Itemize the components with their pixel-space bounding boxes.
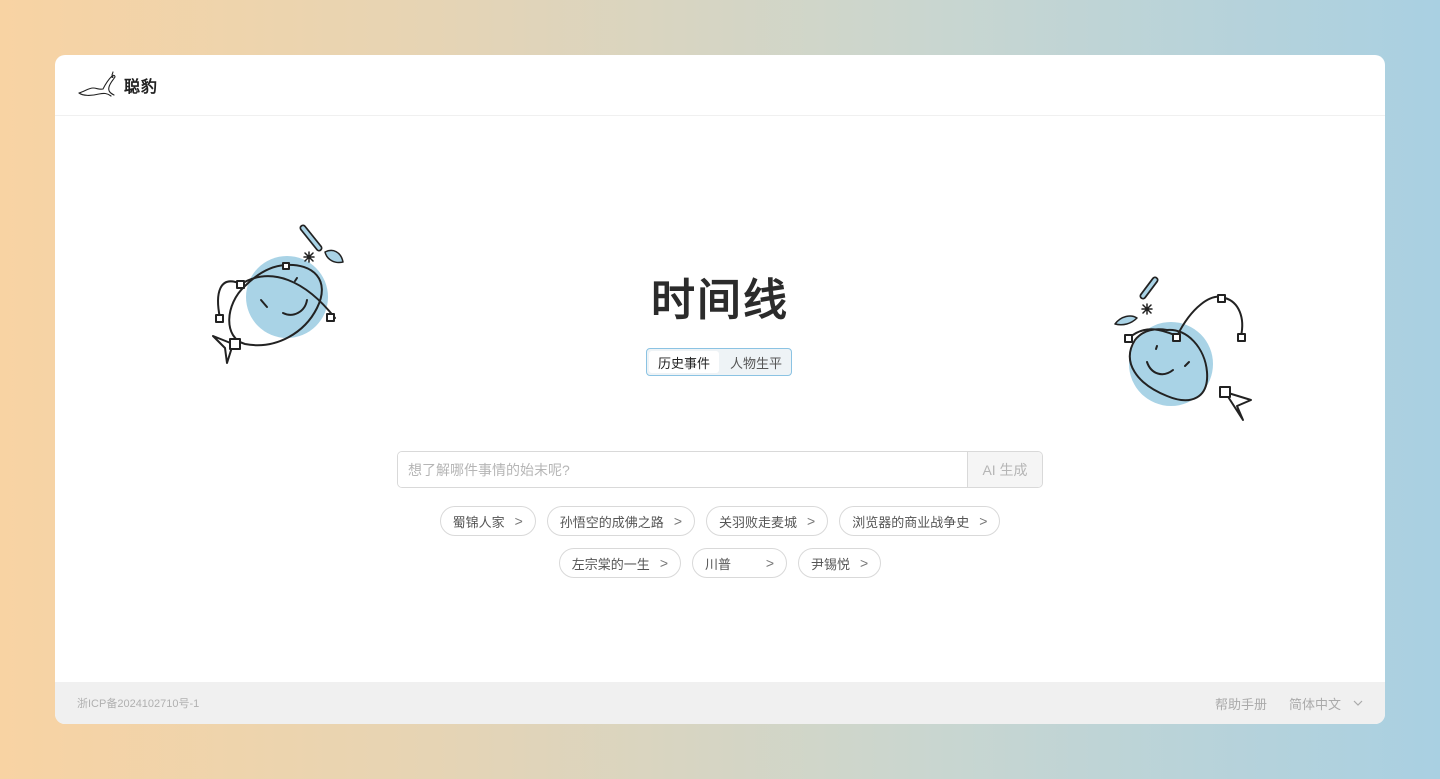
suggestion-chip[interactable]: 左宗棠的一生 > xyxy=(558,548,681,578)
suggestion-label: 关羽败走麦城 xyxy=(719,514,798,530)
suggestion-label: 川普 xyxy=(705,556,732,572)
chevron-right-icon: > xyxy=(659,555,668,571)
search-input[interactable] xyxy=(398,452,967,487)
main-content: 时间线 历史事件 人物生平 AI 生成 蜀锦人家 > 孙悟空的成佛之路 > 关羽… xyxy=(55,116,1385,682)
ai-generate-button[interactable]: AI 生成 xyxy=(967,452,1042,487)
chevron-right-icon: > xyxy=(979,513,988,529)
seal-logo-icon[interactable] xyxy=(77,71,117,99)
footer: 浙ICP备2024102710号-1 帮助手册 简体中文 xyxy=(55,682,1385,724)
chevron-right-icon: > xyxy=(860,555,869,571)
header: 聪豹 xyxy=(55,55,1385,116)
help-manual-link[interactable]: 帮助手册 xyxy=(1215,694,1267,713)
page-title: 时间线 xyxy=(651,276,789,325)
suggestion-chip[interactable]: 关羽败走麦城 > xyxy=(706,506,829,536)
chevron-right-icon: > xyxy=(514,513,523,529)
footer-links: 帮助手册 简体中文 xyxy=(1215,694,1363,713)
tab-biography[interactable]: 人物生平 xyxy=(721,349,791,375)
chevron-right-icon: > xyxy=(807,513,816,529)
search-bar: AI 生成 xyxy=(397,451,1043,488)
suggestion-chip[interactable]: 蜀锦人家 > xyxy=(439,506,536,536)
mode-tabs: 历史事件 人物生平 xyxy=(646,348,792,376)
suggestion-label: 尹锡悦 xyxy=(811,556,851,572)
suggestion-chip[interactable]: 川普 > xyxy=(692,548,787,578)
language-label: 简体中文 xyxy=(1288,696,1341,712)
suggestion-label: 孙悟空的成佛之路 xyxy=(559,514,664,530)
tab-historical-events[interactable]: 历史事件 xyxy=(649,351,719,373)
suggestion-chip[interactable]: 孙悟空的成佛之路 > xyxy=(546,506,695,536)
brand-name[interactable]: 聪豹 xyxy=(124,73,158,97)
chevron-down-icon xyxy=(1353,700,1363,706)
suggestions-row-1: 蜀锦人家 > 孙悟空的成佛之路 > 关羽败走麦城 > 浏览器的商业战争史 > xyxy=(55,506,1385,536)
suggestions-row-2: 左宗棠的一生 > 川普 > 尹锡悦 > xyxy=(55,548,1385,578)
icp-license-link[interactable]: 浙ICP备2024102710号-1 xyxy=(77,695,199,711)
suggestion-chip[interactable]: 浏览器的商业战争史 > xyxy=(839,506,1001,536)
app-window: 聪豹 时间线 历史事件 人物生平 想了解哪件事情的始末呢? AI 生成 蜀锦人家… xyxy=(55,55,1385,724)
chevron-right-icon: > xyxy=(673,513,682,529)
language-selector[interactable]: 简体中文 xyxy=(1289,694,1363,713)
chevron-right-icon: > xyxy=(765,555,774,571)
suggestion-chip[interactable]: 尹锡悦 > xyxy=(798,548,882,578)
suggestion-label: 蜀锦人家 xyxy=(452,514,505,530)
suggestion-label: 左宗棠的一生 xyxy=(571,556,650,572)
suggestion-label: 浏览器的商业战争史 xyxy=(852,514,970,530)
